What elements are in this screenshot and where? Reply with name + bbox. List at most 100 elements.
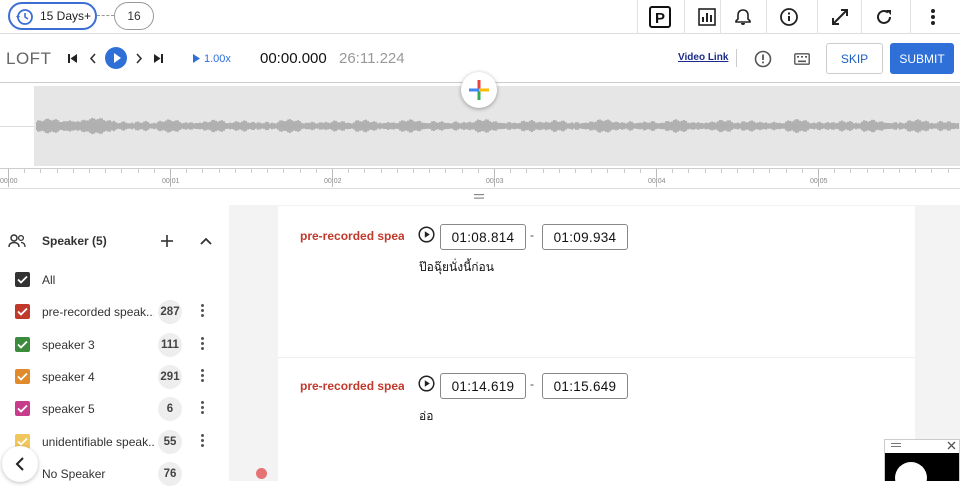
skip-previous-icon[interactable] [67, 53, 78, 64]
ruler-minor-tick [445, 169, 447, 173]
speaker-checkbox[interactable] [15, 368, 30, 384]
ruler-minor-tick [299, 169, 301, 173]
ruler-minor-tick [121, 169, 123, 173]
ruler-minor-tick [526, 169, 528, 173]
time-range-separator: - [530, 377, 534, 391]
time-range-separator: - [530, 228, 534, 242]
segment-end-time[interactable]: 01:09.934 [542, 224, 628, 250]
speaker-row[interactable]: speaker 5 6 [0, 393, 229, 425]
ruler-minor-tick [558, 169, 560, 173]
video-link[interactable]: Video Link [678, 52, 728, 63]
segment-start-time[interactable]: 01:14.619 [440, 373, 526, 399]
segment-start-time[interactable]: 01:08.814 [440, 224, 526, 250]
skip-next-icon[interactable] [153, 53, 164, 64]
ruler-minor-tick [607, 169, 609, 173]
ruler-label: 00:05 [810, 178, 828, 185]
total-duration: 26:11.224 [339, 50, 405, 67]
ruler-minor-tick [947, 169, 949, 173]
expand-icon [831, 9, 848, 25]
speaker-checkbox[interactable] [15, 401, 30, 417]
waveform-panel[interactable] [0, 72, 960, 168]
ruler-minor-tick [882, 169, 884, 173]
ruler-minor-tick [915, 169, 917, 173]
ruler-minor-tick [477, 169, 479, 173]
play-button[interactable] [105, 47, 127, 69]
speaker-checkbox[interactable] [15, 336, 30, 352]
speaker-label: pre-recorded speak... [42, 305, 154, 320]
speaker-menu-icon[interactable] [199, 368, 205, 386]
speaker-segment-count: 55 [158, 429, 182, 454]
info-button[interactable] [766, 0, 810, 34]
resize-handle[interactable] [0, 188, 960, 205]
speaker-sidebar: Speaker (5) All pre-recorded speak... 287 s… [0, 205, 229, 486]
close-icon[interactable] [947, 441, 956, 450]
add-segment-button[interactable] [461, 72, 497, 108]
fullscreen-button[interactable] [817, 0, 861, 34]
speaker-menu-icon[interactable] [199, 400, 205, 418]
ruler-minor-tick [801, 169, 803, 173]
speaker-segment-count: 291 [158, 364, 182, 389]
skip-button[interactable]: SKIP [826, 43, 883, 74]
speaker-menu-icon[interactable] [199, 433, 205, 451]
ruler-minor-tick [348, 169, 350, 173]
collapse-sidebar-button[interactable] [2, 446, 38, 482]
ruler-minor-tick [672, 169, 674, 173]
ruler-minor-tick [396, 169, 398, 173]
refresh-button[interactable] [861, 0, 905, 34]
waveform [36, 117, 959, 135]
ruler-minor-tick [931, 169, 933, 173]
chevron-left-icon[interactable] [89, 53, 97, 64]
speaker-segment-count: 76 [158, 461, 182, 486]
parking-button[interactable]: P [637, 0, 681, 34]
segment-speaker-label[interactable]: pre-recorded speake [300, 379, 404, 393]
play-circle-icon[interactable] [418, 226, 435, 243]
segment-transcript[interactable]: ป๊อฉุ๊ยนั่งนี้ก่อน [419, 258, 494, 277]
speaker-segment-count: 111 [158, 332, 182, 357]
speaker-row[interactable]: pre-recorded speak... 287 [0, 296, 229, 328]
check-icon [17, 275, 28, 284]
ruler-minor-tick [364, 169, 366, 173]
speaker-label: speaker 4 [42, 369, 95, 384]
ruler-minor-tick [315, 169, 317, 173]
segment-speaker-label[interactable]: pre-recorded speake [300, 229, 404, 243]
ruler-minor-tick [866, 169, 868, 173]
ruler-label: 00:00 [0, 178, 18, 185]
speaker-checkbox[interactable] [15, 304, 30, 320]
speaker-checkbox[interactable] [15, 272, 30, 287]
playback-speed[interactable]: 1.00x [204, 53, 231, 65]
segment-end-time[interactable]: 01:15.649 [542, 373, 628, 399]
ruler-minor-tick [267, 169, 269, 173]
info-icon [779, 8, 798, 26]
speaker-row[interactable]: All [0, 264, 229, 296]
bar-chart-icon [697, 8, 716, 26]
more-menu-button[interactable] [910, 0, 954, 34]
speaker-menu-icon[interactable] [199, 303, 205, 321]
chevron-left-icon [15, 457, 24, 471]
play-circle-icon[interactable] [418, 375, 435, 392]
segment-divider [278, 357, 915, 358]
add-speaker-icon[interactable] [160, 234, 174, 248]
mini-video-player[interactable] [884, 439, 960, 494]
chevron-right-icon[interactable] [135, 53, 143, 64]
step-count-badge[interactable]: 16 [114, 2, 154, 30]
ruler-minor-tick [753, 169, 755, 173]
video-frame [885, 453, 959, 494]
notifications-button[interactable] [720, 0, 764, 34]
ruler-minor-tick [834, 169, 836, 173]
speaker-menu-icon[interactable] [199, 336, 205, 354]
ruler-minor-tick [542, 169, 544, 173]
speaker-row[interactable]: speaker 3 111 [0, 329, 229, 361]
speaker-row[interactable]: speaker 4 291 [0, 361, 229, 393]
alert-icon[interactable] [754, 50, 772, 68]
days-filter-pill[interactable]: 15 Days+ [8, 2, 97, 30]
collapse-chevron-icon[interactable] [200, 237, 212, 245]
waveform-baseline [0, 126, 34, 127]
ruler-minor-tick [850, 169, 852, 173]
submit-button[interactable]: SUBMIT [890, 43, 954, 74]
ruler-minor-tick [510, 169, 512, 173]
segment-transcript[interactable]: อ่อ [419, 407, 433, 426]
ruler-minor-tick [785, 169, 787, 173]
keyboard-icon[interactable] [794, 53, 810, 65]
ruler-minor-tick [137, 169, 139, 173]
speaker-segment-count: 6 [158, 397, 182, 422]
